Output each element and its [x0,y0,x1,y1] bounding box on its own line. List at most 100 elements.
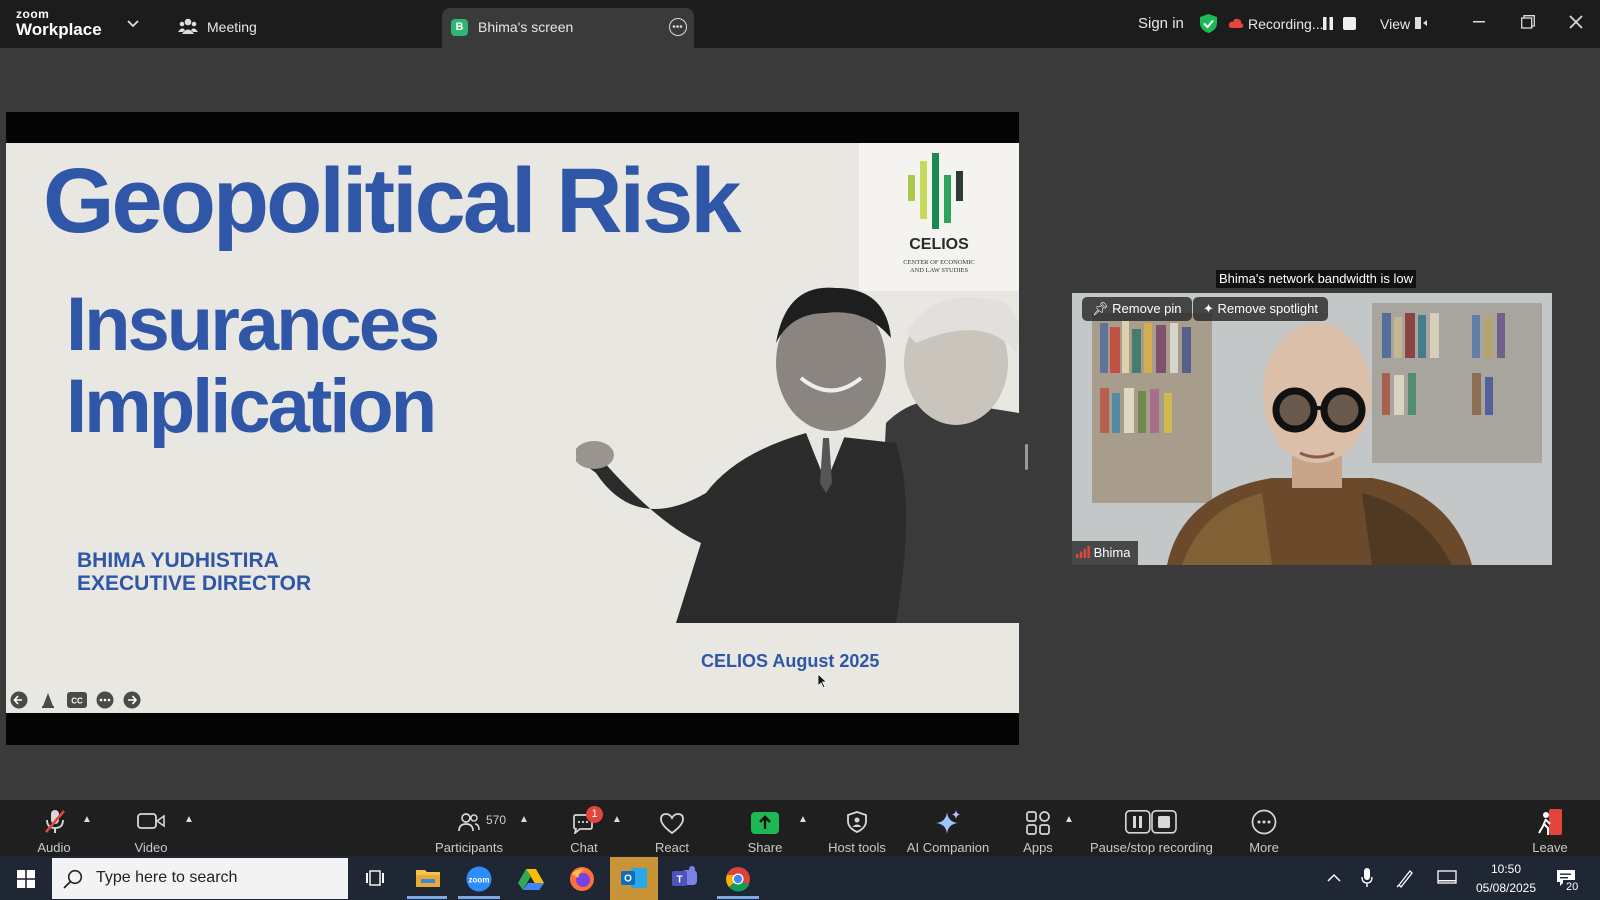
slide-footer: CELIOS August 2025 [701,651,880,671]
ai-companion-button[interactable]: AI Companion [906,806,990,855]
zoom-logo: zoom Workplace [16,8,102,40]
microphone-muted-icon [45,810,65,833]
taskbar-time[interactable]: 10:50 [1470,862,1542,876]
shield-check-icon[interactable] [1199,13,1218,34]
participants-count: 570 [486,813,507,827]
presentation-slide: Geopolitical Risk Insurances Implication… [6,143,1019,713]
close-icon[interactable] [1569,15,1583,29]
svg-text:T: T [676,875,682,886]
logo-tagline-2: AND LAW STUDIES [909,267,969,274]
participant-name-tag: Bhima [1072,541,1139,565]
search-icon [63,869,83,889]
pen-tool-icon[interactable] [39,691,57,709]
pause-stop-label: Pause/stop recording [1090,840,1213,855]
restore-icon[interactable] [1521,15,1535,29]
participants-icon [458,813,480,832]
sign-in-button[interactable]: Sign in [1138,15,1184,32]
pin-icon: 📌︎ [1092,301,1109,316]
video-label: Video [134,840,168,855]
svg-text:CC: CC [71,697,83,706]
leave-button[interactable]: Leave [1530,806,1570,855]
camera-icon [137,813,165,829]
chrome-icon[interactable] [725,866,751,892]
logo-name: CELIOS [909,236,969,253]
heart-icon [660,813,684,835]
slide-title: Geopolitical Risk [43,150,741,252]
audio-label: Audio [37,840,71,855]
explorer-active-indicator [407,896,447,899]
host-tools-button[interactable]: Host tools [825,806,889,855]
participant-video[interactable]: 📌︎ Remove pin ✦ Remove spotlight Bhima [1072,293,1552,565]
share-options-caret[interactable]: ▲ [798,814,808,825]
share-button[interactable]: Share [745,806,785,855]
stop-icon[interactable] [1343,17,1356,30]
windows-start-icon[interactable] [17,870,35,888]
chat-button[interactable]: 1 Chat [564,806,604,855]
previous-slide-icon[interactable] [10,691,28,709]
apps-button[interactable]: Apps [1018,806,1058,855]
audio-options-caret[interactable]: ▲ [82,814,92,825]
chat-options-caret[interactable]: ▲ [612,814,622,825]
view-layout-icon[interactable] [1414,16,1428,30]
apps-label: Apps [1023,840,1053,855]
google-drive-icon[interactable] [518,868,544,890]
zoom-app-icon[interactable]: zoom [466,866,492,892]
svg-text:O: O [624,874,632,885]
brand-bottom: Workplace [16,20,102,39]
teams-icon[interactable]: T [672,866,698,890]
share-label: Share [747,840,783,855]
participant-name: Bhima [1093,545,1131,560]
chevron-down-icon[interactable] [127,20,139,28]
presenter-name: BHIMA YUDHISTIRA [77,549,279,572]
leaders-photo [576,287,1019,623]
more-button[interactable]: More [1244,806,1284,855]
apps-icon [1026,811,1050,835]
react-label: React [655,840,689,855]
ai-sparkle-icon [936,810,960,834]
tray-microphone-icon[interactable] [1361,868,1373,888]
outlook-icon[interactable]: O [621,866,647,890]
task-view-icon[interactable] [366,869,386,887]
captions-icon[interactable]: CC [67,692,87,708]
firefox-icon[interactable] [569,866,595,892]
ai-companion-label: AI Companion [906,840,990,855]
search-placeholder: Type here to search [96,869,238,886]
taskbar-date[interactable]: 05/08/2025 [1470,881,1542,895]
video-button[interactable]: Video [128,806,174,855]
file-explorer-icon[interactable] [415,866,441,888]
minimize-icon[interactable] [1473,21,1485,23]
tray-display-icon[interactable] [1437,870,1457,886]
pause-stop-recording-button[interactable]: Pause/stop recording [1090,806,1213,855]
slide-more-icon[interactable] [96,691,114,709]
tray-pen-icon[interactable] [1396,868,1414,888]
view-button[interactable]: View [1380,16,1410,32]
screen-badge: B [451,19,468,36]
remove-spotlight-button[interactable]: ✦ Remove spotlight [1193,297,1328,321]
tray-chevron-up-icon[interactable] [1327,873,1341,882]
celios-logo-icon [908,153,963,229]
video-options-caret[interactable]: ▲ [184,814,194,825]
react-button[interactable]: React [652,806,692,855]
presenter-role: EXECUTIVE DIRECTOR [77,572,312,595]
taskbar-search-input[interactable]: Type here to search [52,858,348,899]
audio-button[interactable]: Audio [32,806,76,855]
participants-label: Participants [435,840,503,855]
remove-pin-button[interactable]: 📌︎ Remove pin [1082,297,1192,321]
resize-handle[interactable] [1025,444,1028,470]
leave-label: Leave [1532,840,1568,855]
bandwidth-notice: Bhima's network bandwidth is low [1216,270,1416,288]
share-screen-icon [751,812,779,834]
pause-icon[interactable] [1322,17,1334,30]
zoom-active-indicator [458,896,500,899]
participants-options-caret[interactable]: ▲ [519,814,529,825]
next-slide-icon[interactable] [123,691,141,709]
logo-tagline-1: CENTER OF ECONOMIC [903,259,975,266]
chat-label: Chat [570,840,598,855]
pause-stop-recording-icon [1125,810,1177,834]
apps-options-caret[interactable]: ▲ [1064,814,1074,825]
remove-spotlight-label: Remove spotlight [1217,301,1318,316]
svg-text:zoom: zoom [469,876,490,885]
meeting-tab[interactable]: Meeting [207,19,257,35]
spotlight-icon: ✦ [1203,301,1214,316]
more-options-icon[interactable] [669,18,687,36]
